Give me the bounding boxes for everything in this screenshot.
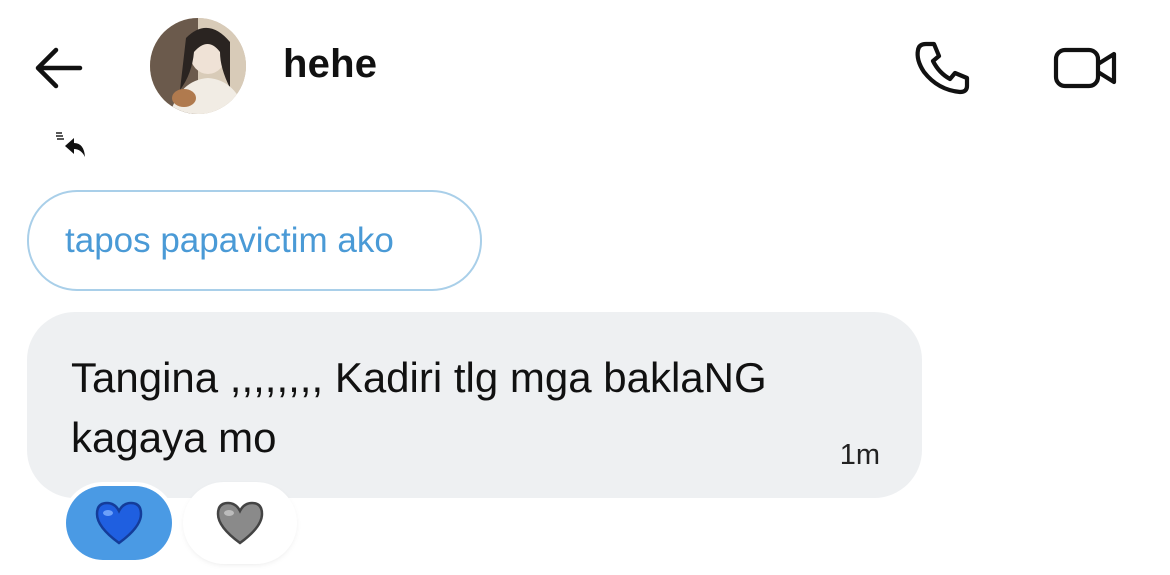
quoted-message[interactable]: tapos papavictim ako (27, 190, 482, 291)
blue-heart-icon (95, 501, 143, 545)
video-call-button[interactable] (1052, 44, 1120, 92)
arrow-left-icon (35, 47, 83, 89)
message-timestamp: 1m (839, 439, 880, 471)
call-button[interactable] (912, 38, 974, 96)
chat-title[interactable]: hehe (283, 42, 377, 87)
avatar-photo (150, 18, 246, 114)
avatar[interactable] (150, 18, 246, 114)
chat-header: hehe (0, 0, 1170, 130)
reaction-grey-heart[interactable] (187, 486, 293, 560)
reaction-blue-heart[interactable] (66, 486, 172, 560)
back-button[interactable] (30, 44, 88, 92)
video-camera-icon (1053, 47, 1117, 89)
quoted-message-text: tapos papavictim ako (65, 220, 394, 260)
phone-icon (915, 41, 970, 95)
message-bubble[interactable]: Tangina ,,,,,,,, Kadiri tlg mga baklaNG … (27, 312, 922, 498)
message-text: Tangina ,,,,,,,, Kadiri tlg mga baklaNG … (71, 354, 767, 461)
grey-heart-icon (216, 501, 264, 545)
reply-arrow-icon (54, 130, 88, 162)
